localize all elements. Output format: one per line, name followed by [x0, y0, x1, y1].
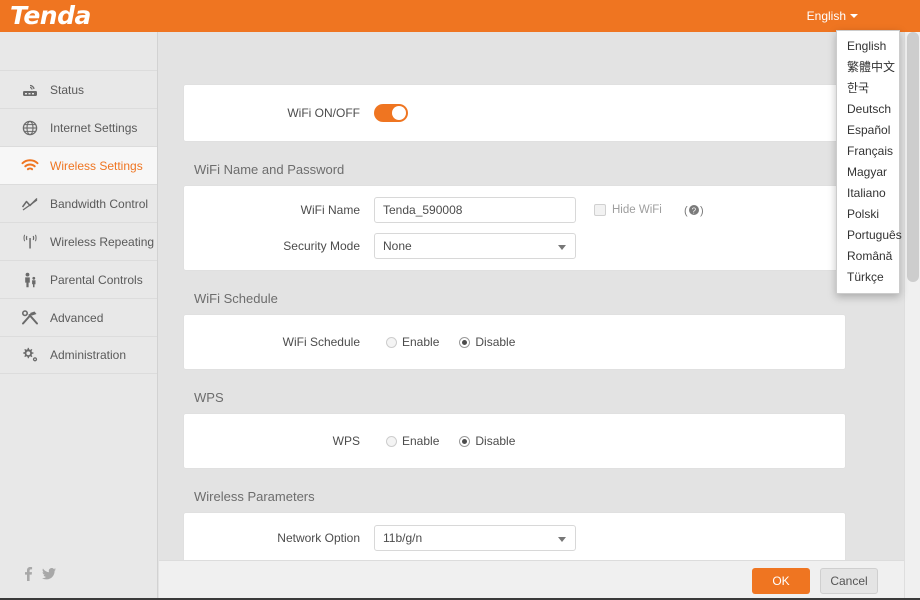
language-selector-button[interactable]: English [807, 9, 858, 23]
language-option-polski[interactable]: Polski [837, 204, 899, 225]
person-icon [20, 271, 40, 289]
wifi-schedule-section-title: WiFi Schedule [194, 291, 846, 306]
wps-card: WPS Enable Disable [183, 413, 846, 469]
wps-disable-label: Disable [475, 434, 515, 448]
sidebar-nav: Status Internet Settings [0, 70, 157, 374]
antenna-icon [20, 233, 40, 251]
network-option-row: Network Option 11b/g/n [184, 513, 845, 555]
scrollbar-thumb[interactable] [907, 32, 919, 282]
security-mode-label: Security Mode [184, 239, 374, 253]
security-mode-row: Security Mode None [184, 228, 845, 270]
sidebar-item-label: Internet Settings [50, 121, 137, 135]
wps-enable-radio[interactable] [386, 436, 397, 447]
globe-icon [20, 119, 40, 137]
sidebar-item-parental-controls[interactable]: Parental Controls [0, 260, 157, 298]
router-admin-page: Tenda English Status [0, 0, 920, 600]
wifi-name-row: WiFi Name Tenda_590008 Hide WiFi ( ? ) [184, 186, 845, 228]
help-icon[interactable]: ( ? ) [684, 203, 704, 217]
wifi-power-label: WiFi ON/OFF [184, 106, 374, 120]
sidebar-item-bandwidth-control[interactable]: Bandwidth Control [0, 184, 157, 222]
language-option-francais[interactable]: Français [837, 141, 899, 162]
wireless-parameters-section-title: Wireless Parameters [194, 489, 846, 504]
facebook-icon[interactable] [24, 567, 33, 586]
language-option-english[interactable]: English [837, 36, 899, 57]
social-links [24, 567, 56, 586]
ok-button[interactable]: OK [752, 568, 810, 594]
language-option-deutsch[interactable]: Deutsch [837, 99, 899, 120]
router-icon [20, 81, 40, 99]
language-option-espanol[interactable]: Español [837, 120, 899, 141]
wifi-schedule-enable-radio[interactable] [386, 337, 397, 348]
sidebar-item-label: Wireless Repeating [50, 235, 154, 249]
wps-row: WPS Enable Disable [184, 414, 845, 468]
wifi-schedule-radio-group: Enable Disable [386, 335, 535, 349]
wifi-name-input[interactable]: Tenda_590008 [374, 197, 576, 223]
hide-wifi-checkbox[interactable] [594, 204, 606, 216]
twitter-icon[interactable] [42, 567, 56, 586]
wifi-schedule-row: WiFi Schedule Enable Disable [184, 315, 845, 369]
language-option-korean[interactable]: 한국 [837, 78, 899, 99]
sidebar-item-label: Advanced [50, 311, 103, 325]
hide-wifi-label: Hide WiFi [612, 204, 662, 216]
sidebar-item-status[interactable]: Status [0, 70, 157, 108]
toggle-knob [392, 106, 406, 120]
language-option-italiano[interactable]: Italiano [837, 183, 899, 204]
wps-section-title: WPS [194, 390, 846, 405]
tenda-logo: Tenda [10, 0, 91, 32]
wifi-schedule-enable-label: Enable [402, 335, 439, 349]
wps-radio-group: Enable Disable [386, 434, 535, 448]
wifi-name-label: WiFi Name [184, 203, 374, 217]
sidebar: Status Internet Settings [0, 32, 158, 600]
settings-panels: WiFi ON/OFF WiFi Name and Password WiFi … [159, 32, 870, 600]
sidebar-item-label: Administration [50, 348, 126, 362]
hide-wifi-control: Hide WiFi ( ? ) [594, 203, 704, 217]
language-option-magyar[interactable]: Magyar [837, 162, 899, 183]
svg-text:?: ? [691, 207, 696, 216]
svg-text:(: ( [684, 205, 688, 217]
wifi-schedule-disable-radio[interactable] [459, 337, 470, 348]
chart-icon [20, 195, 40, 213]
sidebar-item-wireless-repeating[interactable]: Wireless Repeating [0, 222, 157, 260]
page-scrollbar[interactable] [904, 32, 920, 600]
svg-text:): ) [700, 205, 704, 217]
content-area: WiFi ON/OFF WiFi Name and Password WiFi … [159, 32, 888, 600]
sidebar-item-label: Bandwidth Control [50, 197, 148, 211]
action-footer: OK Cancel [159, 560, 904, 600]
sidebar-item-label: Wireless Settings [50, 159, 143, 173]
wifi-schedule-card: WiFi Schedule Enable Disable [183, 314, 846, 370]
wps-disable-radio[interactable] [459, 436, 470, 447]
wifi-schedule-disable-label: Disable [475, 335, 515, 349]
wifi-schedule-label: WiFi Schedule [184, 335, 374, 349]
language-option-portugues[interactable]: Português [837, 225, 899, 246]
sidebar-item-administration[interactable]: Administration [0, 336, 157, 374]
security-mode-select[interactable]: None [374, 233, 576, 259]
wifi-name-section-title: WiFi Name and Password [194, 162, 846, 177]
top-header: Tenda English [0, 0, 920, 32]
gear-icon [20, 346, 40, 364]
network-option-label: Network Option [184, 531, 374, 545]
wifi-name-card: WiFi Name Tenda_590008 Hide WiFi ( ? ) [183, 185, 846, 271]
wifi-power-card: WiFi ON/OFF [183, 84, 846, 142]
wps-label: WPS [184, 434, 374, 448]
chevron-down-icon [850, 14, 858, 18]
wps-enable-label: Enable [402, 434, 439, 448]
language-dropdown-menu[interactable]: English 繁體中文 한국 Deutsch Español Français… [836, 30, 900, 294]
language-option-turkce[interactable]: Türkçe [837, 267, 899, 288]
language-option-chinese-traditional[interactable]: 繁體中文 [837, 57, 899, 78]
wifi-icon [20, 157, 40, 175]
sidebar-item-label: Parental Controls [50, 273, 143, 287]
language-option-romana[interactable]: Română [837, 246, 899, 267]
network-option-select[interactable]: 11b/g/n [374, 525, 576, 551]
wifi-power-row: WiFi ON/OFF [184, 85, 845, 141]
sidebar-item-label: Status [50, 83, 84, 97]
sidebar-item-internet-settings[interactable]: Internet Settings [0, 108, 157, 146]
language-selector-label: English [807, 9, 846, 23]
sidebar-item-advanced[interactable]: Advanced [0, 298, 157, 336]
tools-icon [20, 309, 40, 327]
sidebar-item-wireless-settings[interactable]: Wireless Settings [0, 146, 157, 184]
cancel-button[interactable]: Cancel [820, 568, 878, 594]
wifi-power-toggle[interactable] [374, 104, 408, 122]
